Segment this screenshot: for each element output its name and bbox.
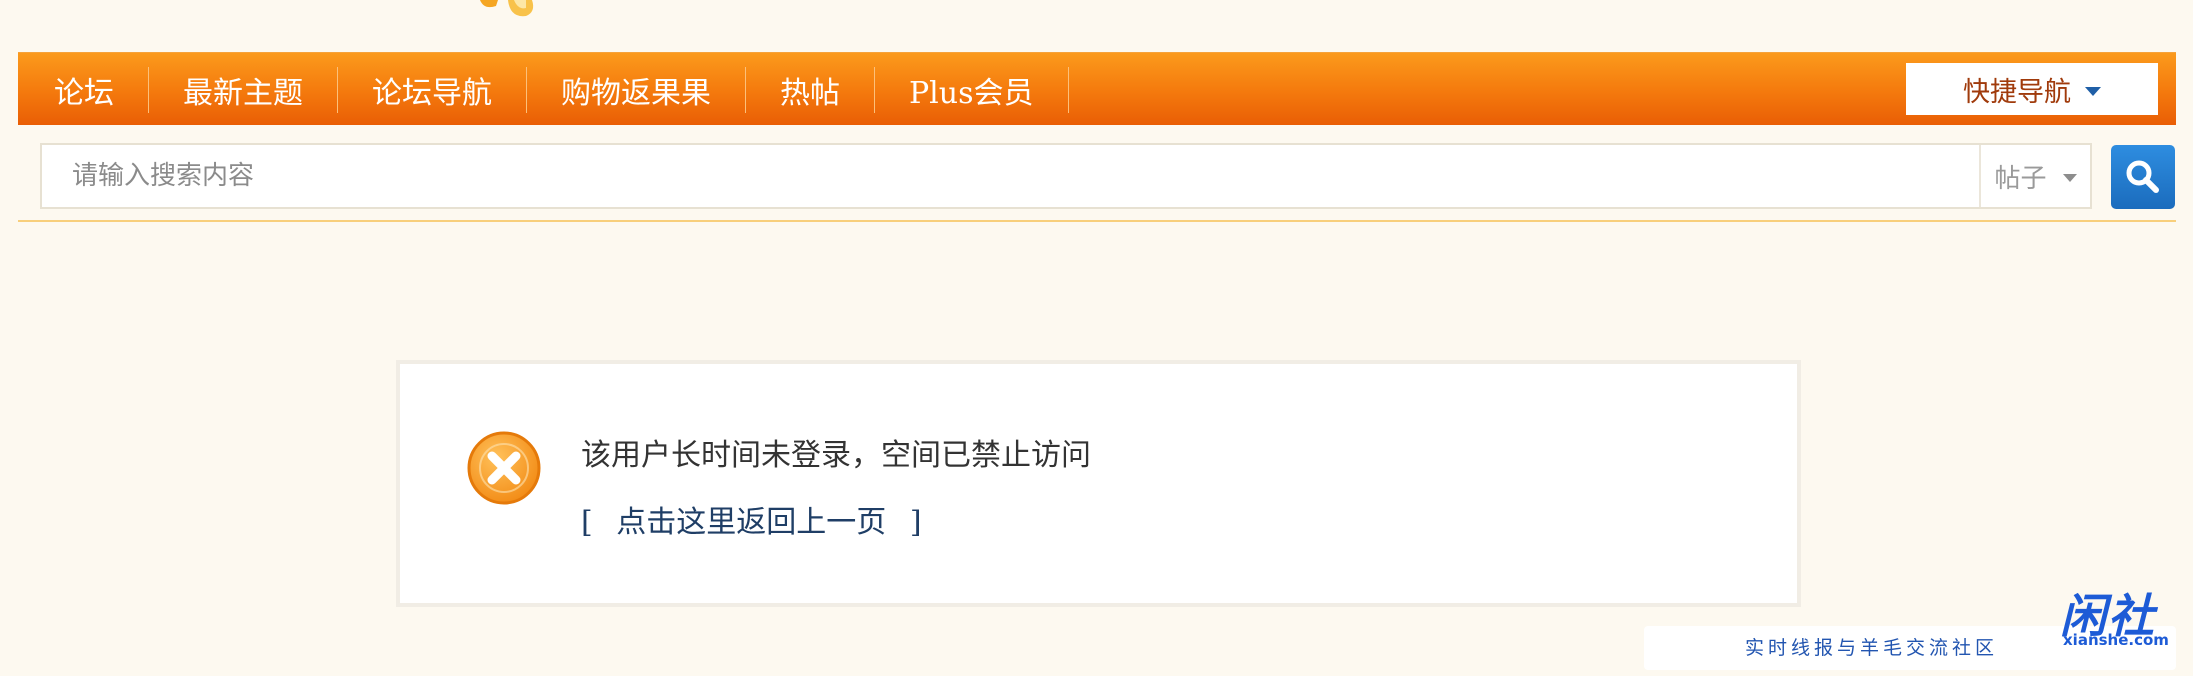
search-box: 帖子	[40, 143, 2092, 209]
back-link[interactable]: [ 点击这里返回上一页 ]	[581, 497, 922, 541]
search-button[interactable]	[2111, 145, 2175, 209]
search-input[interactable]	[42, 145, 1979, 207]
search-bar: 帖子	[18, 125, 2176, 222]
nav-item-hot-posts[interactable]: 热帖	[746, 66, 875, 113]
watermark-domain: xianshe.com	[2063, 631, 2169, 649]
search-type-select[interactable]: 帖子	[1979, 145, 2090, 207]
quick-nav-dropdown[interactable]: 快捷导航	[1906, 63, 2158, 115]
search-type-label: 帖子	[1994, 163, 2047, 194]
nav-item-shopping-rebate[interactable]: 购物返果果	[527, 66, 746, 113]
back-link-open-bracket: [	[581, 505, 593, 540]
back-link-close-bracket: ]	[909, 505, 922, 540]
alert-message-text: 该用户长时间未登录，空间已禁止访问	[581, 438, 1091, 473]
back-link-label: 点击这里返回上一页	[616, 505, 887, 540]
nav-item-latest-topics[interactable]: 最新主题	[149, 66, 338, 113]
nav-menu: 论坛 最新主题 论坛导航 购物返果果 热帖 Plus会员	[18, 53, 1069, 126]
quick-nav-label: 快捷导航	[1963, 76, 2071, 108]
alert-message-box: 该用户长时间未登录，空间已禁止访问 [ 点击这里返回上一页 ]	[396, 360, 1801, 607]
nav-item-plus-member[interactable]: Plus会员	[875, 66, 1069, 113]
close-circle-icon	[467, 431, 541, 505]
caret-down-icon	[2085, 86, 2101, 96]
watermark-tagline: 实时线报与羊毛交流社区	[1745, 637, 1999, 659]
nav-item-forum[interactable]: 论坛	[18, 66, 149, 113]
magnifier-icon	[2126, 160, 2159, 193]
site-logo-fragment	[480, 0, 534, 17]
nav-item-forum-guide[interactable]: 论坛导航	[338, 66, 527, 113]
caret-down-icon	[2062, 174, 2077, 182]
watermark-logo: 闲社	[2060, 589, 2156, 643]
main-navbar: 论坛 最新主题 论坛导航 购物返果果 热帖 Plus会员 快捷导航	[18, 52, 2176, 125]
